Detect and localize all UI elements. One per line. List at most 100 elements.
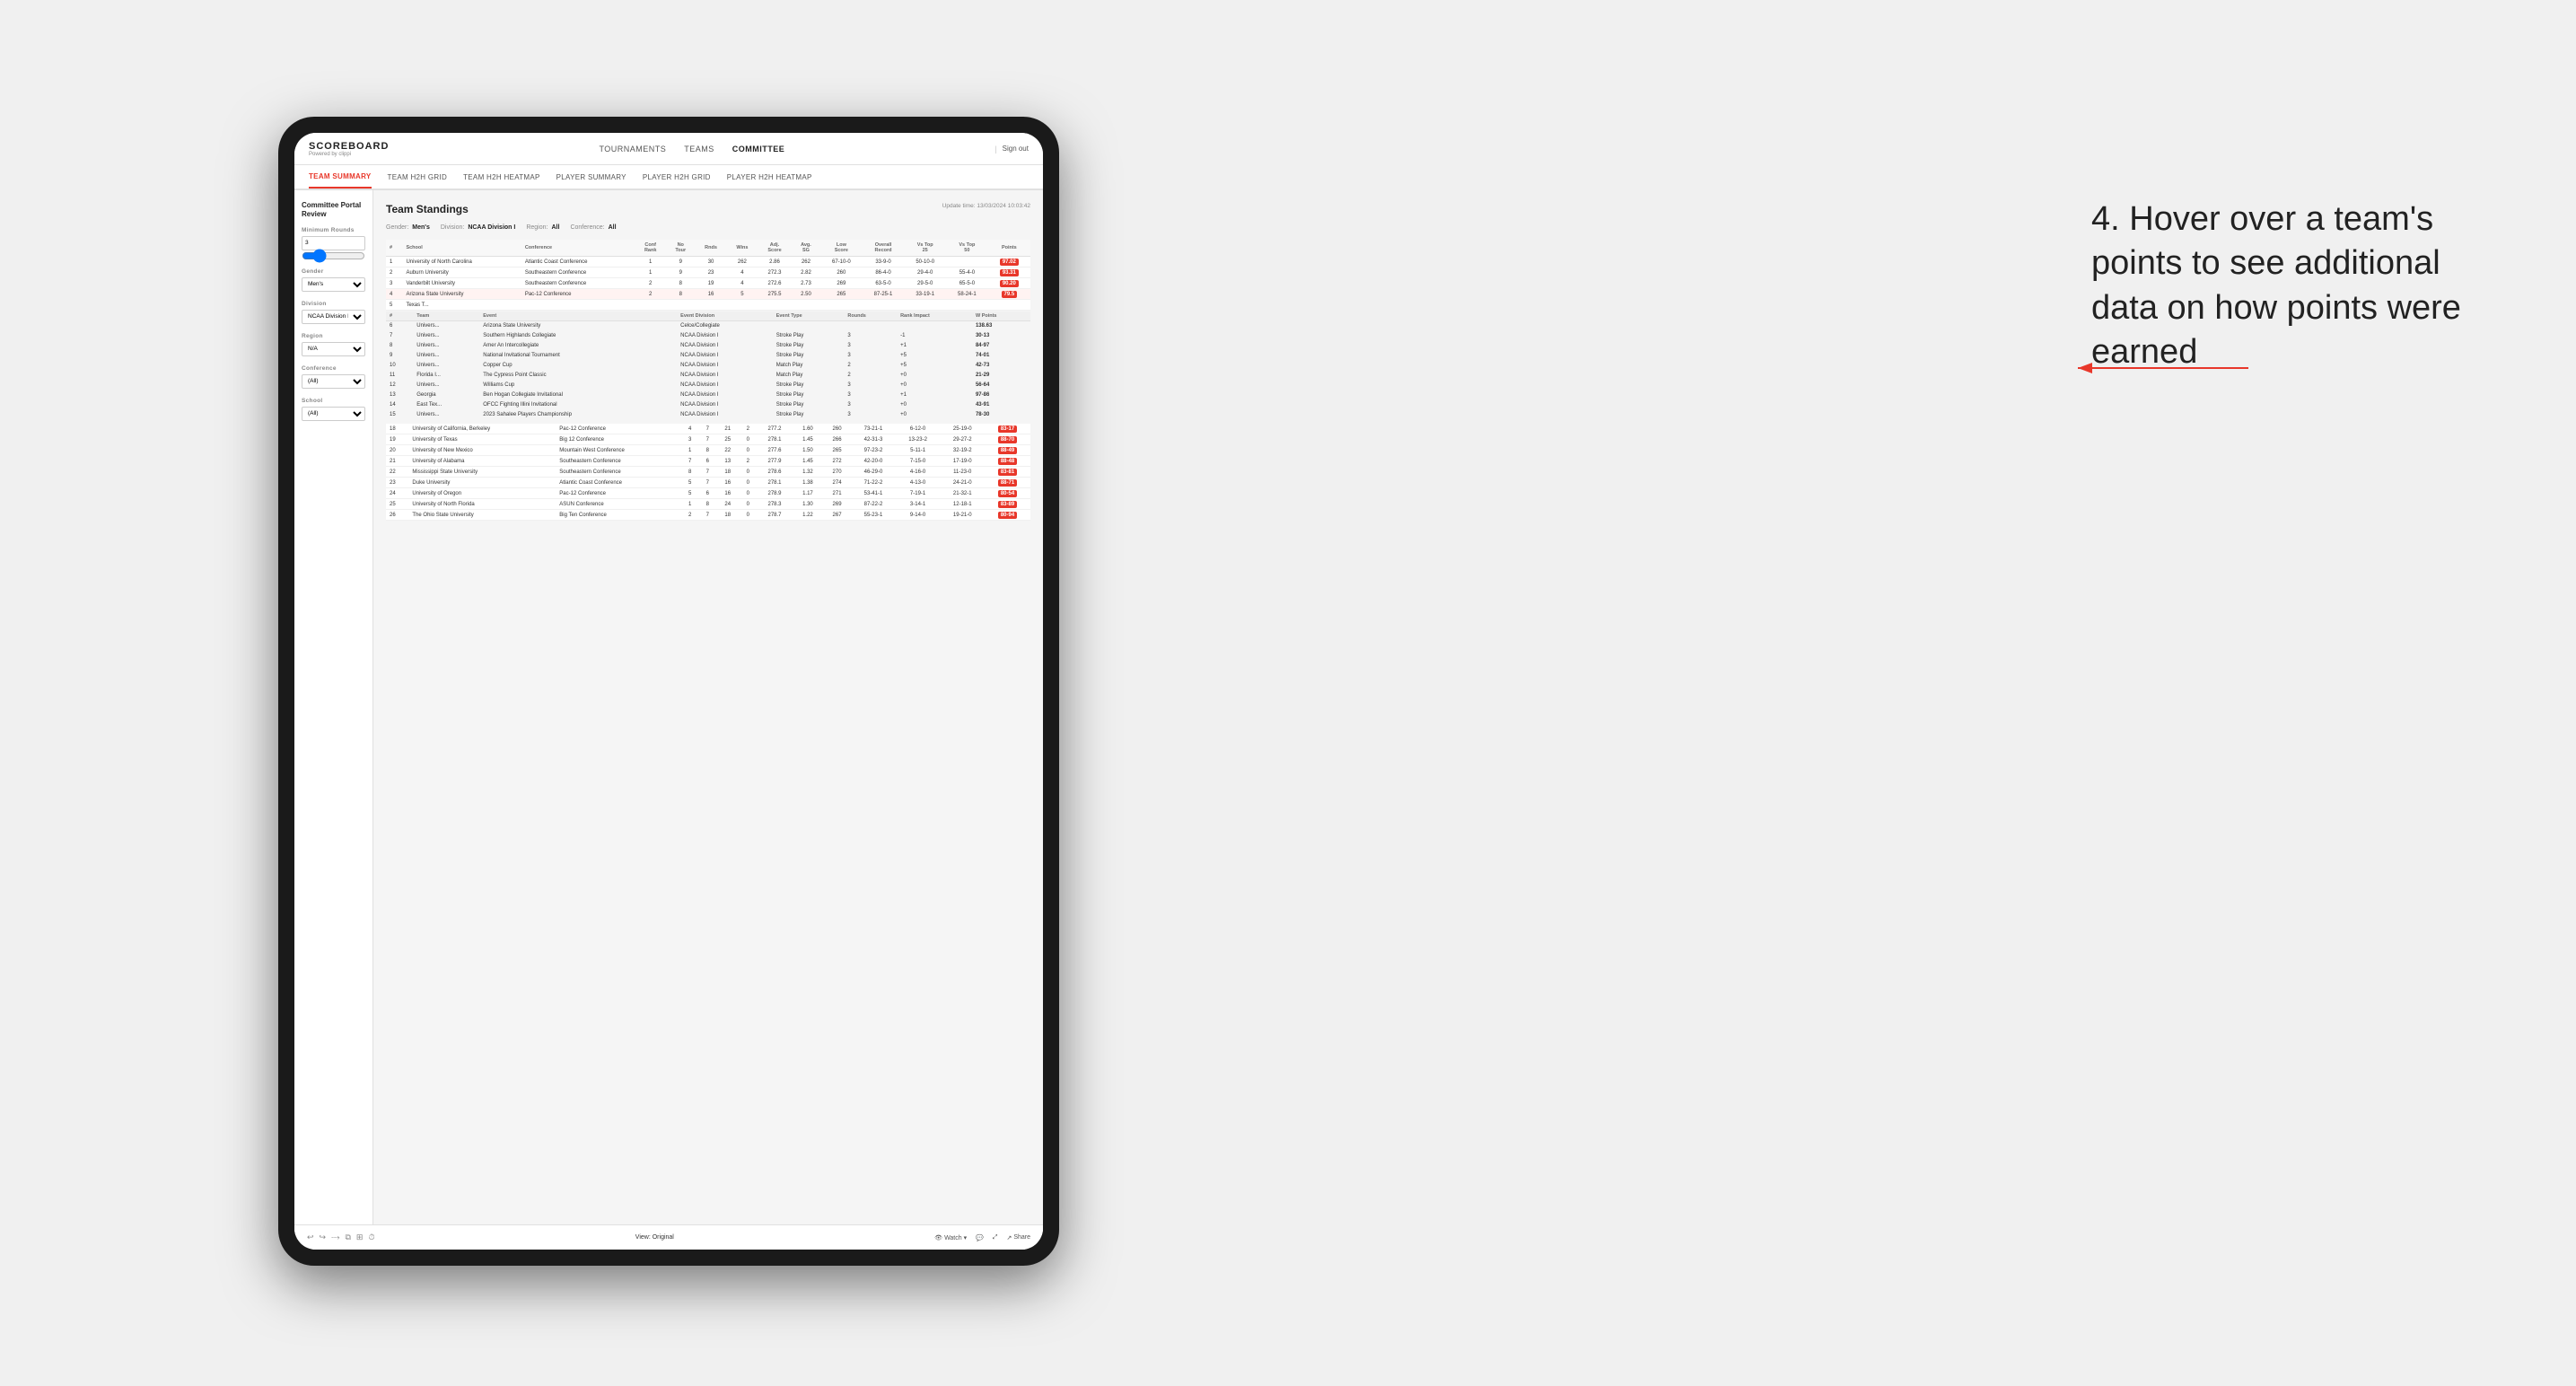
tab-player-h2h-grid[interactable]: PLAYER H2H GRID xyxy=(643,165,711,189)
points-badge[interactable]: 88-70 xyxy=(998,436,1017,443)
nav-tournaments[interactable]: TOURNAMENTS xyxy=(599,145,666,154)
division-select[interactable]: NCAA Division I NCAA Division II NCAA Di… xyxy=(302,310,365,324)
watch-button[interactable]: 👁 Watch ▾ xyxy=(934,1234,967,1241)
table-row[interactable]: 3 Vanderbilt University Southeastern Con… xyxy=(386,278,1030,289)
points-badge[interactable]: 88-49 xyxy=(998,447,1017,454)
detail-table: # Team Event Event Division Event Type R… xyxy=(386,311,1030,420)
points-badge[interactable]: 80-94 xyxy=(998,512,1017,519)
detail-row: 8 Univers... Amer An Intercollegiate NCA… xyxy=(386,341,1030,351)
sidebar-label-school: School xyxy=(302,398,365,404)
sidebar-label-conference: Conference xyxy=(302,365,365,372)
conference-select[interactable]: (All) xyxy=(302,374,365,389)
table-row[interactable]: 22 Mississippi State University Southeas… xyxy=(386,467,1030,478)
annotation-arrow xyxy=(2069,350,2248,386)
tab-team-h2h-grid[interactable]: TEAM H2H GRID xyxy=(388,165,448,189)
tab-player-h2h-heatmap[interactable]: PLAYER H2H HEATMAP xyxy=(727,165,812,189)
points-badge[interactable]: 80-54 xyxy=(998,490,1017,497)
col-low-score: LowScore xyxy=(820,240,863,257)
col-conference: Conference xyxy=(521,240,635,257)
nav-links: TOURNAMENTS TEAMS COMMITTEE xyxy=(599,145,784,154)
sidebar-label-min-rounds: Minimum Rounds xyxy=(302,227,365,233)
toolbar-view-label[interactable]: View: Original xyxy=(635,1234,674,1241)
points-badge[interactable]: 90.20 xyxy=(1000,280,1019,287)
detail-col-rank: # xyxy=(386,311,413,321)
tab-team-summary[interactable]: TEAM SUMMARY xyxy=(309,165,372,189)
expand-button[interactable]: ⤢ xyxy=(993,1234,998,1241)
toolbar-left: ↩ ↪ ⤏ ⧉ ⊞ ⏱ xyxy=(373,1232,374,1242)
points-badge[interactable]: 88-71 xyxy=(998,479,1017,487)
bottom-toolbar: ↩ ↪ ⤏ ⧉ ⊞ ⏱ View: Original 👁 Watch ▾ xyxy=(373,1224,1043,1250)
points-badge[interactable]: 83-81 xyxy=(998,469,1017,476)
sidebar-section-region: Region N/A East West xyxy=(302,333,365,356)
min-rounds-slider[interactable] xyxy=(302,252,365,259)
sidebar-label-region: Region xyxy=(302,333,365,339)
filter-gender: Gender: Men's xyxy=(386,224,430,231)
nav-teams[interactable]: TEAMS xyxy=(684,145,714,154)
col-no-tour: NoTour xyxy=(666,240,695,257)
detail-col-event: Event xyxy=(479,311,677,321)
table-row[interactable]: 26 The Ohio State University Big Ten Con… xyxy=(386,510,1030,521)
toolbar-right: 👁 Watch ▾ 💬 ⤢ ↗ Share xyxy=(934,1234,1030,1241)
table-row-highlighted[interactable]: 4 Arizona State University Pac-12 Confer… xyxy=(386,289,1030,300)
eye-icon: 👁 xyxy=(934,1234,942,1241)
nav-committee[interactable]: COMMITTEE xyxy=(732,145,785,154)
col-points: Points xyxy=(988,240,1030,257)
region-select[interactable]: N/A East West xyxy=(302,342,365,356)
table-row[interactable]: 23 Duke University Atlantic Coast Confer… xyxy=(386,478,1030,488)
panel-title: Team Standings xyxy=(386,203,469,215)
comment-icon: 💬 xyxy=(976,1234,984,1241)
tablet-screen: SCOREBOARD Powered by clippi TOURNAMENTS… xyxy=(294,133,1043,1250)
points-badge[interactable]: 83-89 xyxy=(998,501,1017,508)
tab-team-h2h-heatmap[interactable]: TEAM H2H HEATMAP xyxy=(463,165,540,189)
sidebar-section-conference: Conference (All) xyxy=(302,365,365,389)
col-conf-rank: ConfRank xyxy=(635,240,666,257)
points-badge[interactable]: 97.02 xyxy=(1000,259,1019,266)
share-button[interactable]: ↗ Share xyxy=(1006,1234,1030,1241)
tab-player-summary[interactable]: PLAYER SUMMARY xyxy=(556,165,626,189)
col-adj-score: Adj.Score xyxy=(758,240,792,257)
detail-col-event-type: Event Type xyxy=(773,311,845,321)
sidebar-label-gender: Gender xyxy=(302,268,365,275)
school-select[interactable]: (All) xyxy=(302,407,365,421)
points-badge-highlighted[interactable]: 79.5 xyxy=(1002,291,1018,298)
table-row[interactable]: 19 University of Texas Big 12 Conference… xyxy=(386,434,1030,445)
col-avg-sg: Avg.SG xyxy=(792,240,820,257)
detail-col-w-points: W Points xyxy=(972,311,1030,321)
sidebar-section-division: Division NCAA Division I NCAA Division I… xyxy=(302,301,365,324)
points-badge[interactable]: 93.31 xyxy=(1000,269,1019,276)
nav-divider: | xyxy=(994,145,996,154)
sidebar-section-gender: Gender Men's Women's xyxy=(302,268,365,292)
timer-icon[interactable]: ⏱ xyxy=(373,1232,374,1242)
sidebar-section-min-rounds: Minimum Rounds xyxy=(302,227,365,259)
detail-row: 11 Florida I... The Cypress Point Classi… xyxy=(386,371,1030,381)
share-icon: ↗ xyxy=(1006,1234,1012,1241)
table-row[interactable]: 25 University of North Florida ASUN Conf… xyxy=(386,499,1030,510)
top-nav: SCOREBOARD Powered by clippi TOURNAMENTS… xyxy=(294,133,1043,165)
col-school: School xyxy=(402,240,521,257)
table-row[interactable]: 1 University of North Carolina Atlantic … xyxy=(386,257,1030,268)
sidebar-section-school: School (All) xyxy=(302,398,365,421)
update-time: Update time: 13/03/2024 10:03:42 xyxy=(942,203,1030,209)
expand-icon: ⤢ xyxy=(993,1234,998,1241)
points-badge[interactable]: 88-48 xyxy=(998,458,1017,465)
annotation-text: 4. Hover over a team's points to see add… xyxy=(2091,197,2504,375)
table-row[interactable]: 21 University of Alabama Southeastern Co… xyxy=(386,456,1030,467)
detail-row: 14 East Tex... OFCC Fighting Illini Invi… xyxy=(386,400,1030,410)
sign-out-link[interactable]: Sign out xyxy=(1003,145,1029,153)
detail-row: 13 Georgia Ben Hogan Collegiate Invitati… xyxy=(386,390,1030,400)
comment-button[interactable]: 💬 xyxy=(976,1234,984,1241)
sidebar-label-division: Division xyxy=(302,301,365,307)
table-row[interactable]: 2 Auburn University Southeastern Confere… xyxy=(386,268,1030,278)
detail-row: 9 Univers... National Invitational Tourn… xyxy=(386,351,1030,361)
gender-select[interactable]: Men's Women's xyxy=(302,277,365,292)
sidebar: Committee Portal Review Minimum Rounds G… xyxy=(294,190,373,1250)
points-badge[interactable]: 83-17 xyxy=(998,425,1017,433)
table-row[interactable]: 20 University of New Mexico Mountain Wes… xyxy=(386,445,1030,456)
table-row[interactable]: 24 University of Oregon Pac-12 Conferenc… xyxy=(386,488,1030,499)
table-row[interactable]: 18 University of California, Berkeley Pa… xyxy=(386,424,1030,434)
main-panel: Team Standings Update time: 13/03/2024 1… xyxy=(373,190,1043,1250)
standings-table: # School Conference ConfRank NoTour Rnds… xyxy=(386,240,1030,311)
logo-title: SCOREBOARD xyxy=(309,141,389,152)
detail-col-rank-impact: Rank Impact xyxy=(897,311,972,321)
table-row[interactable]: 5 Texas T... xyxy=(386,300,1030,311)
